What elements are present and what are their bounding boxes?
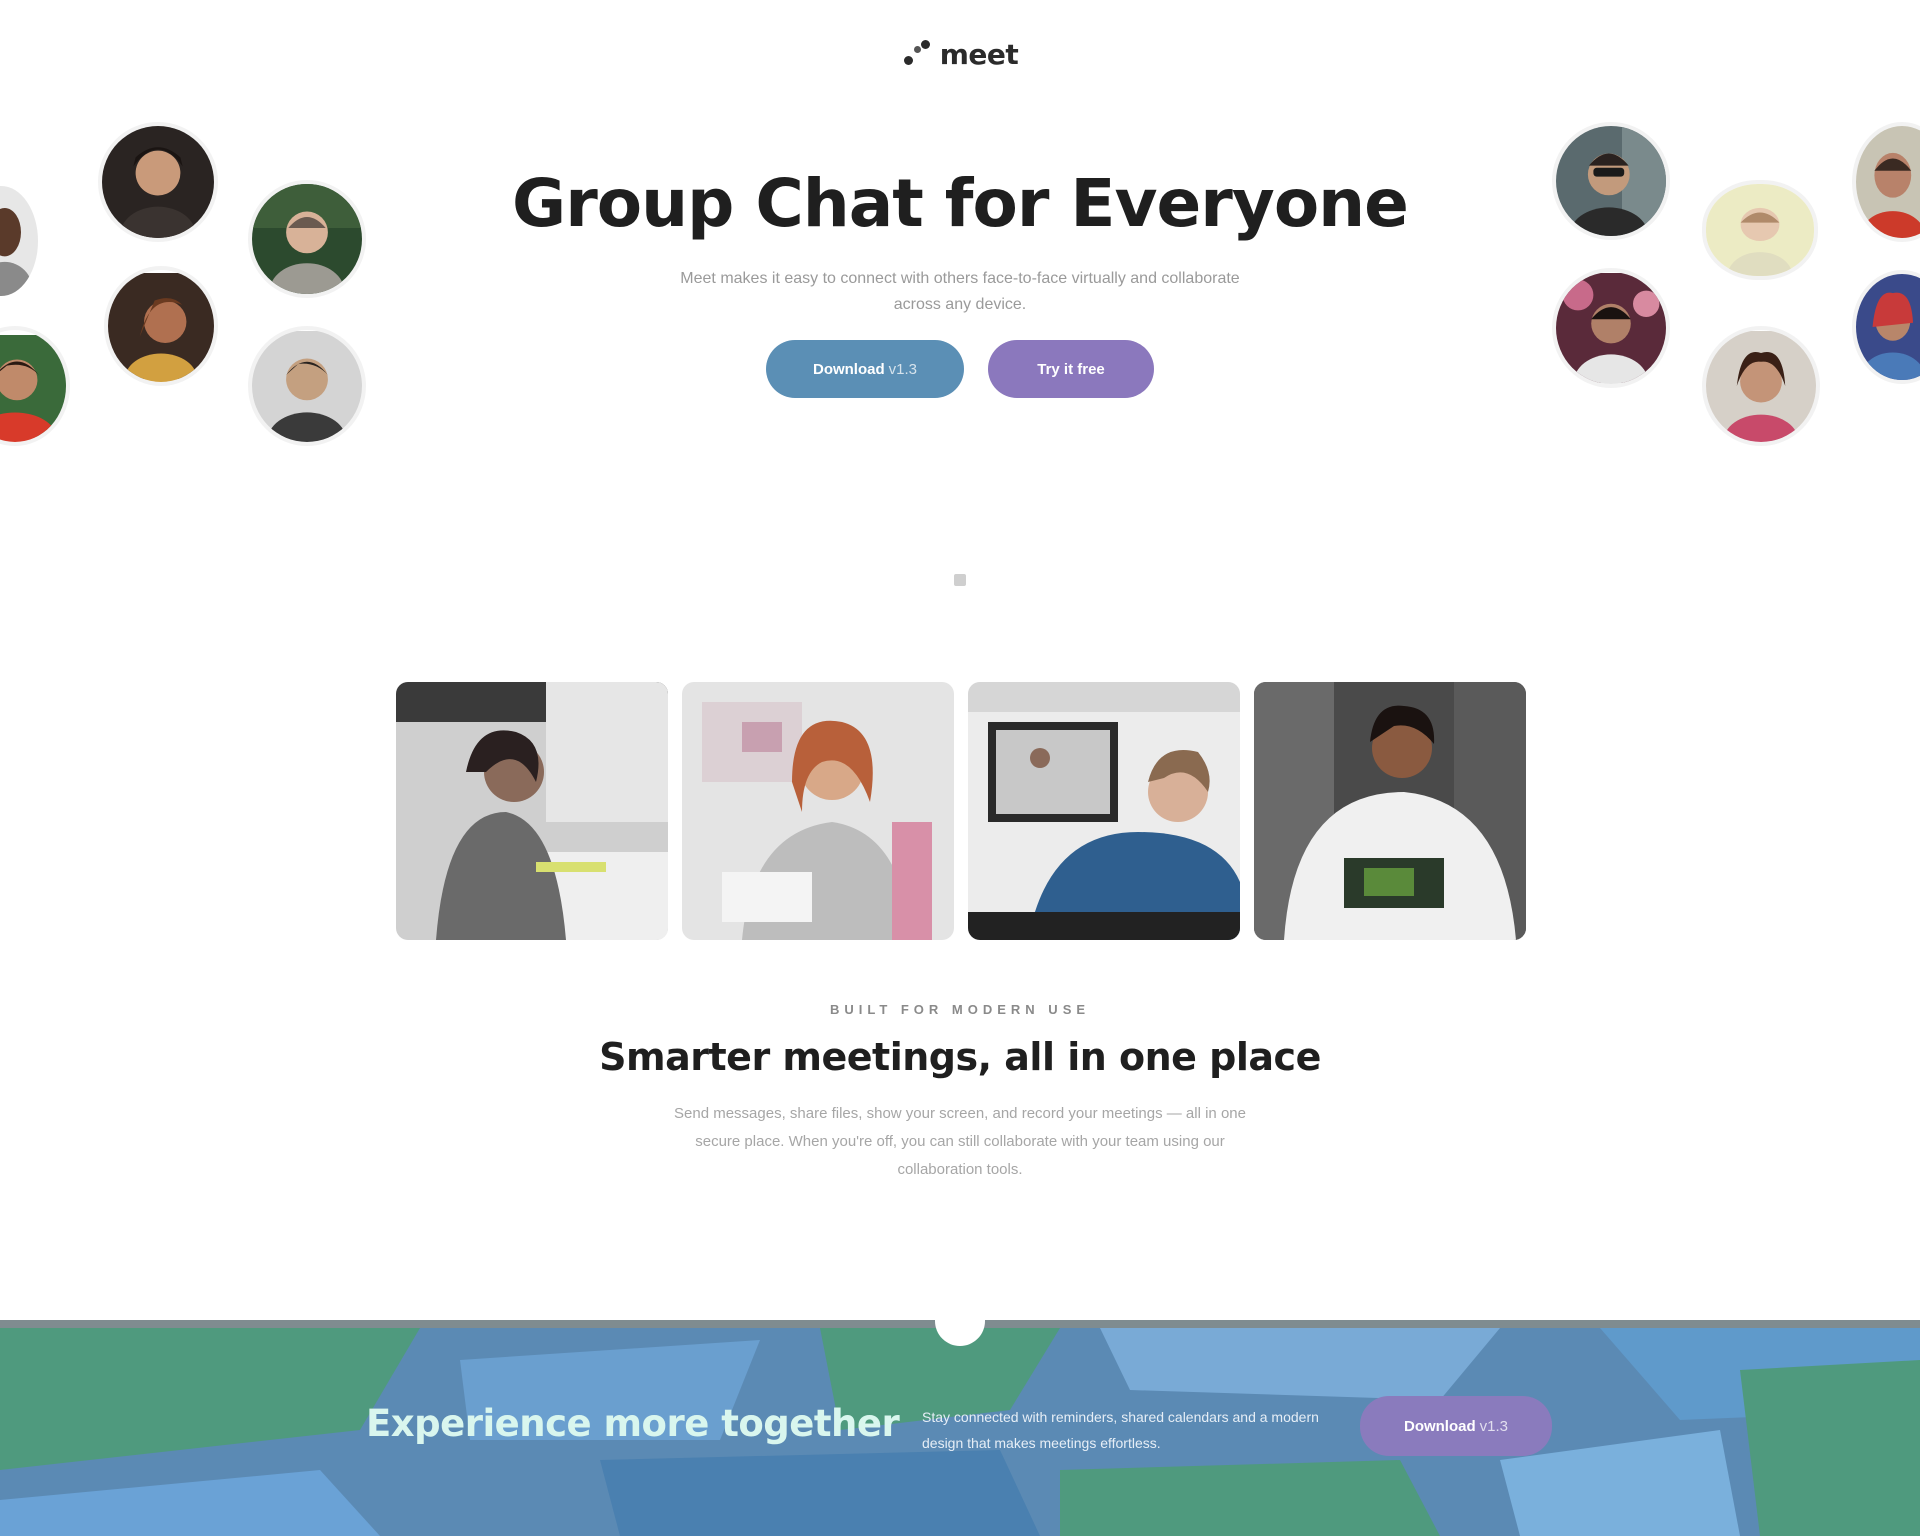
hero-title: Group Chat for Everyone <box>512 165 1409 242</box>
feature-text: Send messages, share files, show your sc… <box>674 1105 1246 1178</box>
download-button[interactable]: Download v1.3 <box>766 340 964 398</box>
download-label: Download <box>812 360 885 378</box>
avatar <box>248 326 366 446</box>
avatar <box>0 326 70 446</box>
scroll-indicator-icon[interactable] <box>954 574 966 586</box>
avatar <box>1702 326 1820 446</box>
cta-band-title: Experience more together <box>366 1402 900 1445</box>
avatar <box>1552 268 1670 388</box>
cta-band-text: Stay connected with reminders, shared ca… <box>922 1409 1319 1451</box>
photo-man-video-conference <box>968 682 1240 940</box>
logo[interactable]: meet <box>0 38 1920 71</box>
logo-mark-icon <box>902 39 932 70</box>
try-free-button[interactable]: Try it free <box>988 340 1154 398</box>
hero-subtitle: Meet makes it easy to connect with other… <box>680 270 1240 313</box>
download-version: v1.3 <box>888 360 918 378</box>
feature-eyebrow: BUILT FOR MODERN USE <box>829 1002 1091 1017</box>
cta-download-label: Download <box>1403 1417 1476 1435</box>
feature-title: Smarter meetings, all in one place <box>599 1035 1321 1079</box>
photo-woman-video-call <box>396 682 668 940</box>
cta-download-version: v1.3 <box>1479 1417 1509 1435</box>
avatar <box>104 266 218 386</box>
cta-band: Experience more together Stay connected … <box>0 1320 1920 1536</box>
cta-download-button[interactable]: Download v1.3 <box>1360 1396 1552 1456</box>
avatar <box>1852 270 1920 384</box>
try-free-label: Try it free <box>1037 360 1105 378</box>
photo-woman-laptop <box>682 682 954 940</box>
logo-text: meet <box>939 38 1019 71</box>
photo-man-tablet <box>1254 682 1526 940</box>
